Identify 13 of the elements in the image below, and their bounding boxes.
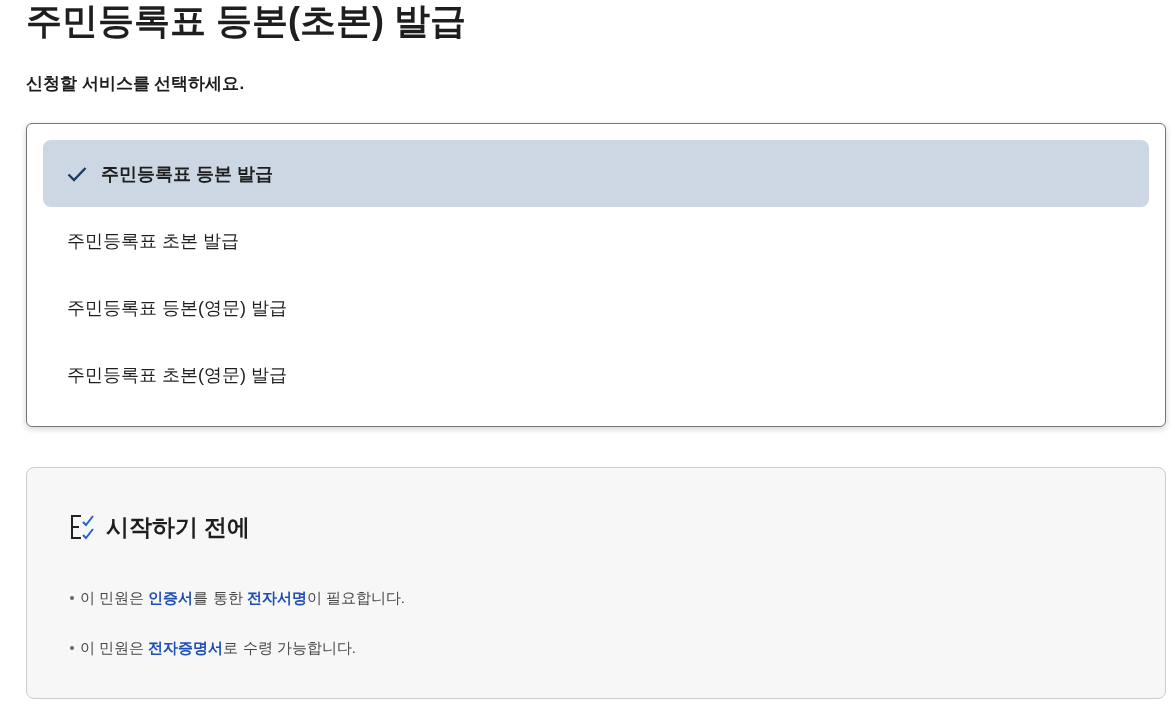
check-icon [67, 165, 87, 182]
bullet-icon [70, 646, 74, 650]
service-option[interactable]: 주민등록표 초본(영문) 발급 [43, 341, 1149, 408]
prompt-text: 신청할 서비스를 선택하세요. [26, 73, 245, 95]
notice-text: 이 민원은 인증서를 통한 전자서명이 필요합니다. [80, 588, 406, 608]
service-option[interactable]: 주민등록표 초본 발급 [43, 207, 1149, 274]
bullet-icon [70, 596, 74, 600]
checklist-icon [70, 514, 96, 540]
notice-text: 이 민원은 전자증명서로 수령 가능합니다. [80, 638, 356, 658]
page-title: 주민등록표 등본(초본) 발급 [26, 0, 466, 43]
service-option[interactable]: 주민등록표 등본(영문) 발급 [43, 274, 1149, 341]
service-option[interactable]: 주민등록표 등본 발급 [43, 140, 1149, 207]
notice-heading: 시작하기 전에 [106, 513, 251, 542]
